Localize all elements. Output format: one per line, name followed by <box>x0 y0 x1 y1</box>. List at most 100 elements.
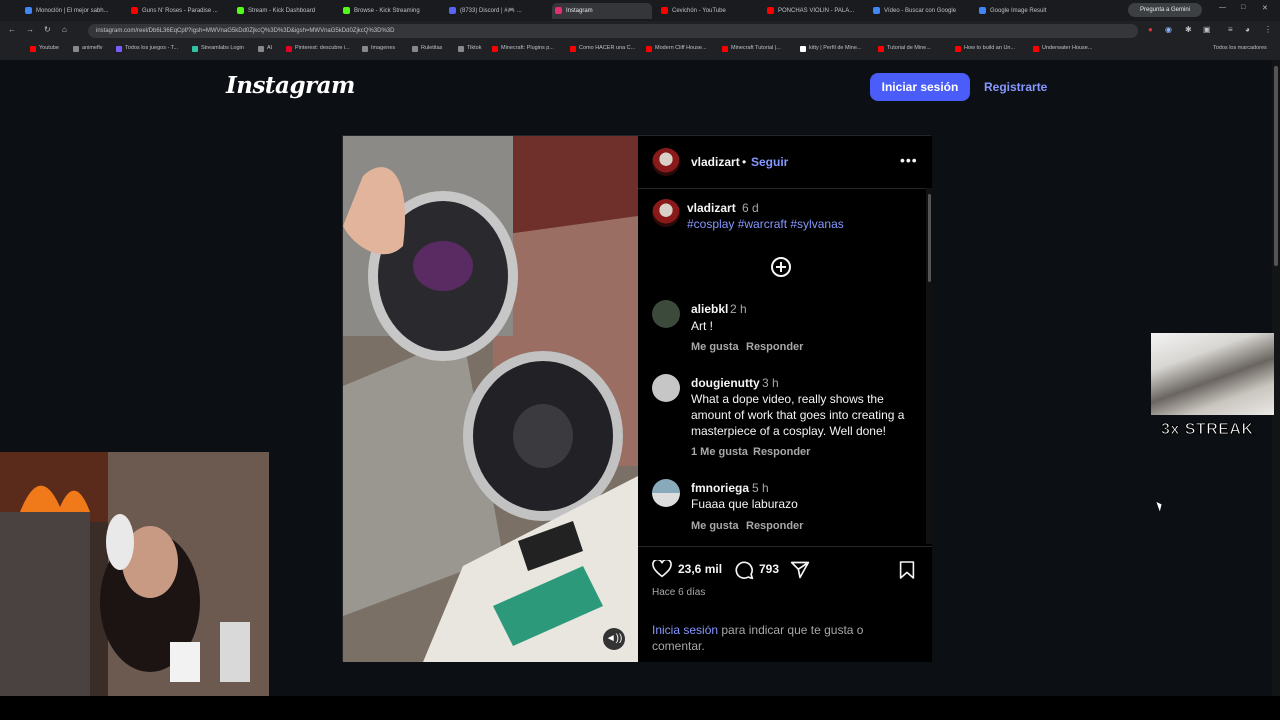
page-scrollbar-thumb[interactable] <box>1274 66 1278 266</box>
browser-tab[interactable]: PONCHAS VIOLIN - PALA... <box>764 3 864 19</box>
comment-username[interactable]: aliebkl <box>691 302 728 316</box>
bookmark-item[interactable]: AI <box>258 45 272 52</box>
browser-tab[interactable]: Cevichón - YouTube <box>658 3 758 19</box>
bookmark-item[interactable]: Pinterest: descubre i... <box>286 45 350 52</box>
bookmark-label: Modern Cliff House... <box>655 45 707 51</box>
bookmark-item[interactable]: Underwater House... <box>1033 45 1092 52</box>
comment-reply-button[interactable]: Responder <box>746 520 803 532</box>
all-bookmarks-folder[interactable]: Todos los marcadores <box>1204 45 1267 51</box>
bookmark-item[interactable]: Tiktok <box>458 45 482 52</box>
instagram-logo[interactable]: Instagram <box>226 72 355 99</box>
comment-avatar[interactable] <box>652 300 680 328</box>
browser-tab[interactable]: Browse - Kick Streaming <box>340 3 440 19</box>
author-avatar[interactable] <box>652 148 680 176</box>
bookmark-icon[interactable] <box>899 560 915 580</box>
more-options-icon[interactable]: ••• <box>900 152 918 168</box>
bookmark-item[interactable]: Ruletitas <box>412 45 442 52</box>
bookmark-favicon-icon <box>362 46 368 52</box>
caption-avatar[interactable] <box>652 199 680 227</box>
bookmark-label: Tutorial de Mine... <box>887 45 931 51</box>
bookmark-item[interactable]: Streamlabs Login <box>192 45 244 52</box>
browser-tab[interactable]: Guns N' Roses - Paradise ... <box>128 3 228 19</box>
profile-avatar[interactable]: ◕ <box>1245 25 1250 34</box>
browser-tab[interactable]: (8733) Discord | #🎮 ... <box>446 3 546 19</box>
bookmark-item[interactable]: Tutorial de Mine... <box>878 45 931 52</box>
comment-like-button[interactable]: Me gusta <box>691 341 739 353</box>
tab-label: PONCHAS VIOLIN - PALA... <box>778 8 855 14</box>
header-divider <box>638 188 932 189</box>
comment-avatar[interactable] <box>652 479 680 507</box>
menu-icon[interactable]: ≡ <box>1228 25 1233 34</box>
puzzle-icon[interactable]: ✱ <box>1185 25 1192 34</box>
comment-like-button[interactable]: Me gusta <box>691 520 739 532</box>
kebab-menu-icon[interactable]: ⋮ <box>1264 25 1272 34</box>
comment-icon[interactable] <box>734 560 754 580</box>
browser-tab[interactable]: Vídeo - Buscar con Google <box>870 3 970 19</box>
bookmark-item[interactable]: Imagenes <box>362 45 395 52</box>
mute-toggle-button[interactable]: ◄)) <box>603 628 625 650</box>
bookmark-item[interactable]: Todos los juegos - T... <box>116 45 178 52</box>
signup-link[interactable]: Registrarte <box>984 73 1047 101</box>
bookmark-favicon-icon <box>800 46 806 52</box>
login-prompt: Inicia sesión para indicar que te gusta … <box>652 622 912 654</box>
sidepanel-icon[interactable]: ▣ <box>1203 25 1211 34</box>
gemini-button[interactable]: Pregunta a Gemini <box>1128 3 1202 17</box>
author-username[interactable]: vladizart <box>691 155 740 169</box>
bookmark-item[interactable]: Youtube <box>30 45 59 52</box>
bookmark-favicon-icon <box>722 46 728 52</box>
bookmark-item[interactable]: How to build an Un... <box>955 45 1015 52</box>
load-more-comments-icon[interactable] <box>771 257 791 277</box>
browser-tab[interactable]: Google Image Result <box>976 3 1076 19</box>
bookmark-item[interactable]: animeflv <box>73 45 103 52</box>
bookmark-item[interactable]: Minecraft: Plugins p... <box>492 45 554 52</box>
post-side-panel: vladizart • Seguir ••• vladizart 6 d #co… <box>638 136 932 662</box>
reel-post: ◄)) vladizart • Seguir ••• vladizart 6 d… <box>342 135 932 662</box>
comment-username[interactable]: dougienutty <box>691 376 760 390</box>
tab-favicon-icon <box>131 7 138 14</box>
bookmark-favicon-icon <box>73 46 79 52</box>
minimize-icon[interactable]: — <box>1219 4 1226 11</box>
browser-tab[interactable]: Stream - Kick Dashboard <box>234 3 334 19</box>
login-button[interactable]: Iniciar sesión <box>870 73 970 101</box>
browser-tab[interactable]: Monoclón | El mejor sabh... <box>22 3 122 19</box>
reel-video[interactable]: ◄)) <box>343 136 638 662</box>
extension-icon[interactable]: ◉ <box>1165 25 1172 34</box>
bookmark-favicon-icon <box>412 46 418 52</box>
comments-count[interactable]: 793 <box>759 562 779 576</box>
bookmark-item[interactable]: Modern Cliff House... <box>646 45 707 52</box>
reload-icon[interactable]: ↻ <box>44 25 51 34</box>
comments-scrollbar-thumb[interactable] <box>928 194 931 282</box>
bookmark-item[interactable]: kitty | Perfil de Mine... <box>800 45 861 52</box>
caption-hashtags[interactable]: #cosplay #warcraft #sylvanas <box>687 217 844 231</box>
forward-icon[interactable]: → <box>26 25 34 34</box>
comment-avatar[interactable] <box>652 374 680 402</box>
browser-tab[interactable]: Instagram <box>552 3 652 19</box>
bookmark-label: Pinterest: descubre i... <box>295 45 350 51</box>
tab-favicon-icon <box>873 7 880 14</box>
comment-reply-button[interactable]: Responder <box>753 446 810 458</box>
caption-username[interactable]: vladizart <box>687 201 736 215</box>
back-icon[interactable]: ← <box>8 25 16 34</box>
webcam-frame <box>0 452 269 696</box>
bookmark-label: Tiktok <box>467 45 482 51</box>
bottom-bar <box>0 696 1280 720</box>
comment-reply-button[interactable]: Responder <box>746 341 803 353</box>
close-window-icon[interactable]: ✕ <box>1262 4 1268 12</box>
bookmark-favicon-icon <box>116 46 122 52</box>
bookmark-item[interactable]: Como HACER una C... <box>570 45 635 52</box>
opera-icon[interactable]: ● <box>1148 25 1153 34</box>
heart-icon[interactable] <box>652 560 672 578</box>
comment-like-button[interactable]: 1 Me gusta <box>691 446 748 458</box>
tab-label: Monoclón | El mejor sabh... <box>36 8 109 14</box>
comment-username[interactable]: fmnoriega <box>691 481 749 495</box>
share-icon[interactable] <box>790 560 810 580</box>
bookmark-label: Streamlabs Login <box>201 45 244 51</box>
likes-count[interactable]: 23,6 mil <box>678 562 722 576</box>
login-prompt-link[interactable]: Inicia sesión <box>652 623 718 637</box>
bookmark-item[interactable]: Minecraft Tutorial |... <box>722 45 781 52</box>
home-icon[interactable]: ⌂ <box>62 25 67 34</box>
bookmark-label: animeflv <box>82 45 103 51</box>
maximize-icon[interactable]: □ <box>1241 4 1245 11</box>
follow-button[interactable]: Seguir <box>751 155 788 169</box>
address-bar[interactable]: instagram.com/reel/Db6L36EqCpf/?igsh=MWV… <box>88 24 1138 38</box>
